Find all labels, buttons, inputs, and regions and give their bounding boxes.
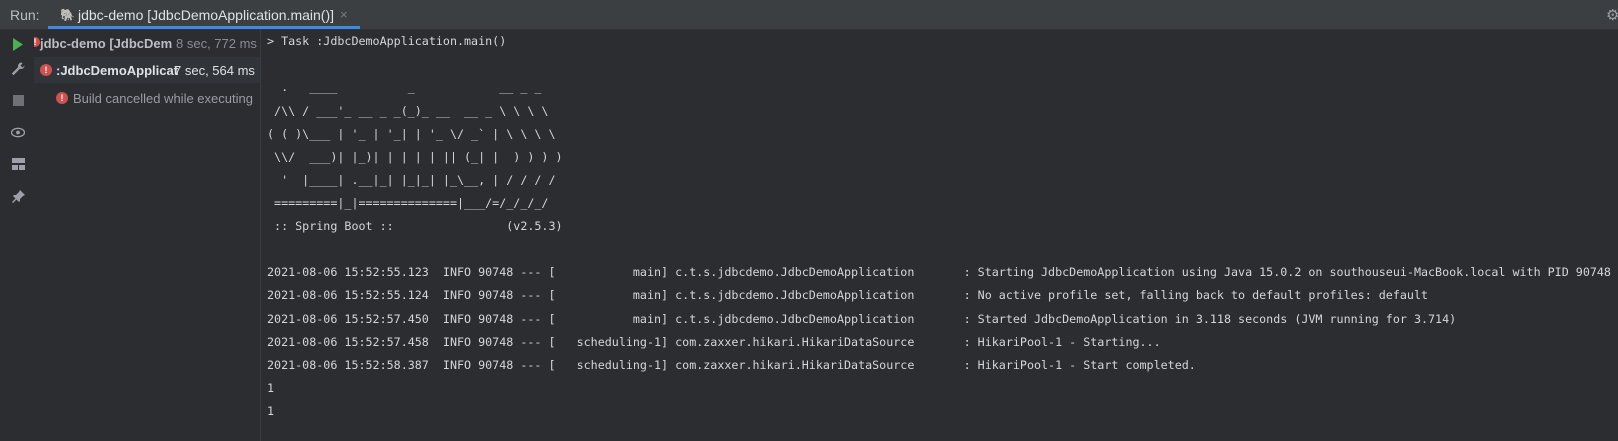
console-output[interactable]: > Task :JdbcDemoApplication.main() . ___… (261, 30, 1618, 441)
console-line: > Task :JdbcDemoApplication.main() (267, 34, 507, 48)
wrench-icon[interactable] (11, 62, 25, 76)
error-icon: ! (56, 92, 68, 104)
console-line: 1 (267, 404, 275, 418)
run-toolbar (0, 30, 34, 441)
console-line: 2021-08-06 15:52:55.123 INFO 90748 --- [… (267, 265, 1611, 279)
console-line: =========|_|==============|___/=/_/_/_/ (267, 196, 549, 210)
tree-item-label: jdbc-demo [JdbcDem (40, 36, 173, 51)
layout-icon[interactable] (11, 157, 25, 171)
pin-icon[interactable] (11, 189, 25, 203)
console-line: ( ( )\___ | '_ | '_| | '_ \/ _` | \ \ \ … (267, 127, 556, 141)
tree-item-label: Build cancelled while executing (73, 91, 253, 106)
run-tree: ! jdbc-demo [JdbcDem 8 sec, 772 ms ! :Jd… (34, 30, 260, 441)
error-icon: ! (40, 64, 52, 76)
tree-item-message[interactable]: ! Build cancelled while executing (34, 85, 260, 111)
console-line: ' |____| .__|_| |_|_| |_\__, | / / / / (267, 173, 556, 187)
stop-icon[interactable] (11, 93, 25, 107)
elephant-icon: 🐘 (60, 8, 75, 22)
run-label: Run: (10, 7, 40, 23)
console-line: . ____ _ __ _ _ (267, 80, 542, 94)
tab-title: jdbc-demo [JdbcDemoApplication.main()] (78, 7, 334, 23)
console-line: 1 (267, 381, 275, 395)
console-line: /\\ / ___'_ __ _ _(_)_ __ __ _ \ \ \ \ (267, 104, 549, 118)
eye-icon[interactable] (11, 125, 25, 139)
gear-icon[interactable]: ⚙ (1606, 6, 1618, 24)
console-line: 2021-08-06 15:52:57.450 INFO 90748 --- [… (267, 312, 1457, 326)
tab-run-configuration[interactable]: 🐘 jdbc-demo [JdbcDemoApplication.main()]… (48, 0, 360, 29)
console-line: 2021-08-06 15:52:57.458 INFO 90748 --- [… (267, 335, 1161, 349)
console-scrollbar[interactable] (1612, 30, 1618, 441)
tree-item-duration: 7 sec, 564 ms (174, 63, 255, 78)
console-line: \\/ ___)| |_)| | | | | || (_| | ) ) ) ) (267, 150, 563, 164)
tree-item-root[interactable]: ! jdbc-demo [JdbcDem 8 sec, 772 ms (34, 30, 260, 56)
run-tool-window-header: Run: 🐘 jdbc-demo [JdbcDemoApplication.ma… (0, 0, 1618, 30)
run-icon[interactable] (11, 37, 25, 51)
console-line: :: Spring Boot :: (v2.5.3) (267, 219, 563, 233)
console-line: 2021-08-06 15:52:55.124 INFO 90748 --- [… (267, 288, 1429, 302)
tree-item-task[interactable]: ! :JdbcDemoApplicat 7 sec, 564 ms (34, 57, 260, 83)
tree-item-duration: 8 sec, 772 ms (176, 36, 257, 51)
close-icon[interactable]: × (340, 7, 348, 22)
tree-item-label: :JdbcDemoApplicat (56, 63, 179, 78)
console-line: 2021-08-06 15:52:58.387 INFO 90748 --- [… (267, 358, 1196, 372)
